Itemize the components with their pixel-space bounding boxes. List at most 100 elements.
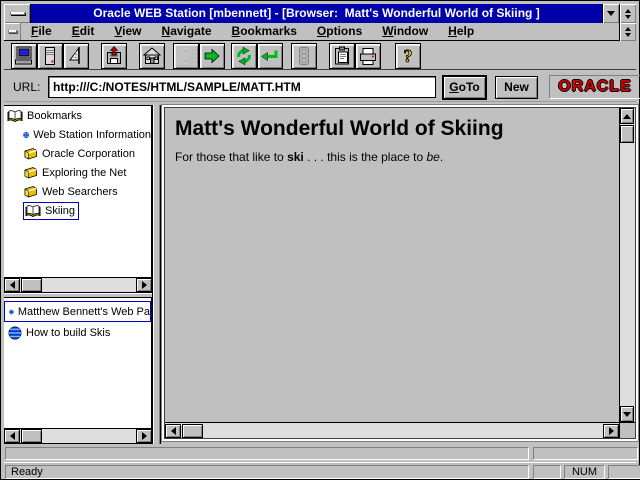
scroll-down-button[interactable] [620,406,634,422]
paragraph-text: . [440,150,443,164]
new-button[interactable]: New [495,76,538,99]
save-upload-icon [104,46,124,66]
scroll-thumb[interactable] [182,424,203,438]
bookmark-label: Skiing [45,205,75,217]
home-icon [142,46,162,66]
paragraph-bold-text: ski [287,150,304,164]
reload-button[interactable] [231,43,257,69]
oracle-logo-panel: ORACLE [549,75,640,99]
document-restore-button[interactable] [619,23,636,41]
title-bar: Oracle WEB Station [mbennett] - [Browser… [4,4,636,23]
menu-edit[interactable]: Edit [62,23,105,40]
minimize-icon [607,11,615,16]
help-icon: ? [398,46,418,66]
bookmark-item-web-searchers[interactable]: Web Searchers [4,182,151,201]
globe-icon [23,128,29,142]
back-icon [176,46,196,66]
stop-button[interactable] [291,43,317,69]
back-button[interactable] [173,43,199,69]
scroll-right-button[interactable] [136,429,152,443]
system-menu-icon [10,12,25,15]
book-icon [23,147,38,160]
status-bar: Ready NUM [4,462,636,479]
scroll-right-button[interactable] [136,278,152,292]
bookmark-item-web-station-information[interactable]: Web Station Information [4,125,151,144]
copy-button[interactable] [329,43,355,69]
return-button[interactable] [257,43,283,69]
sidebar-splitter[interactable] [152,105,161,444]
print-button[interactable] [355,43,381,69]
menu-window[interactable]: Window [372,23,438,40]
bookmark-item-exploring-the-net[interactable]: Exploring the Net [4,163,151,182]
save-upload-button[interactable] [101,43,127,69]
page-paragraph: For those that like to ski . . . this is… [175,150,619,164]
globe-icon [8,326,22,340]
page-item-matthew-bennetts-web-page[interactable]: Matthew Bennett's Web Pa [4,301,151,322]
page-item-how-to-build-skis[interactable]: How to build Skis [4,322,151,343]
scroll-left-button[interactable] [165,424,181,438]
help-button[interactable]: ? [395,43,421,69]
url-input[interactable] [48,76,436,98]
menu-bookmarks[interactable]: Bookmarks [222,23,307,40]
restore-down-icon [625,15,631,19]
pages-hscrollbar[interactable] [4,428,152,444]
arrow-left-icon [10,432,15,440]
paragraph-italic-text: be [426,150,439,164]
address-bar: URL: GoTo New ORACLE [4,71,636,102]
menu-view[interactable]: View [104,23,151,40]
scroll-up-button[interactable] [620,108,634,124]
content-hscrollbar[interactable] [165,422,619,438]
selected-bookmark-outline: Skiing [23,202,79,220]
arrow-up-icon [623,114,631,119]
status-strip-left [5,447,529,460]
scroll-thumb[interactable] [21,429,42,443]
toolbar: ? [4,41,636,70]
oracle-logo: ORACLE [558,78,632,96]
bookmark-label: Oracle Corporation [42,148,135,160]
page-content: Matt's Wonderful World of Skiing For tho… [165,108,619,422]
document-menu-icon [8,30,17,33]
menu-navigate[interactable]: Navigate [152,23,222,40]
bookmark-item-skiing[interactable]: Skiing [4,201,151,220]
arrow-right-icon [609,427,614,435]
forward-button[interactable] [199,43,225,69]
document-menu-button[interactable] [4,23,21,40]
scroll-left-button[interactable] [4,278,20,292]
svg-text:?: ? [404,46,413,66]
globe-icon [9,305,14,319]
menu-options[interactable]: Options [307,23,372,40]
status-num-indicator: NUM [564,465,605,479]
system-menu-button[interactable] [4,4,31,23]
scroll-right-button[interactable] [603,424,619,438]
content-vscrollbar[interactable] [619,108,635,422]
goto-button-label: GoTo [444,77,485,97]
scroll-left-button[interactable] [4,429,20,443]
page-label: How to build Skis [26,327,110,339]
bookmark-item-oracle-corporation[interactable]: Oracle Corporation [4,144,151,163]
server-button[interactable] [37,43,63,69]
bookmark-label: Web Station Information [33,129,151,141]
open-book-icon [7,109,23,123]
bookmarks-root[interactable]: Bookmarks [4,106,151,125]
stoplight-icon [294,46,314,66]
scroll-thumb[interactable] [21,278,42,292]
restore-button[interactable] [619,4,636,23]
bookmarks-root-label: Bookmarks [27,110,82,122]
home-button[interactable] [139,43,165,69]
workstation-button[interactable] [11,43,37,69]
goto-button[interactable]: GoTo [443,76,486,99]
menu-file[interactable]: File [21,23,62,40]
scroll-thumb[interactable] [620,125,634,143]
workstation-icon [14,46,34,66]
minimize-button[interactable] [602,4,619,23]
scrollbar-corner [619,422,635,438]
page-title: Matt's Wonderful World of Skiing [175,117,619,141]
status-message: Ready [5,465,529,479]
arrow-left-icon [10,281,15,289]
menu-help[interactable]: Help [438,23,484,40]
paragraph-text: For those that like to [175,150,287,164]
flag-button[interactable] [63,43,89,69]
open-book-icon [25,204,41,218]
bookmarks-panel: Bookmarks Web Station Information Oracle… [4,105,152,277]
bookmarks-hscrollbar[interactable] [4,277,152,293]
